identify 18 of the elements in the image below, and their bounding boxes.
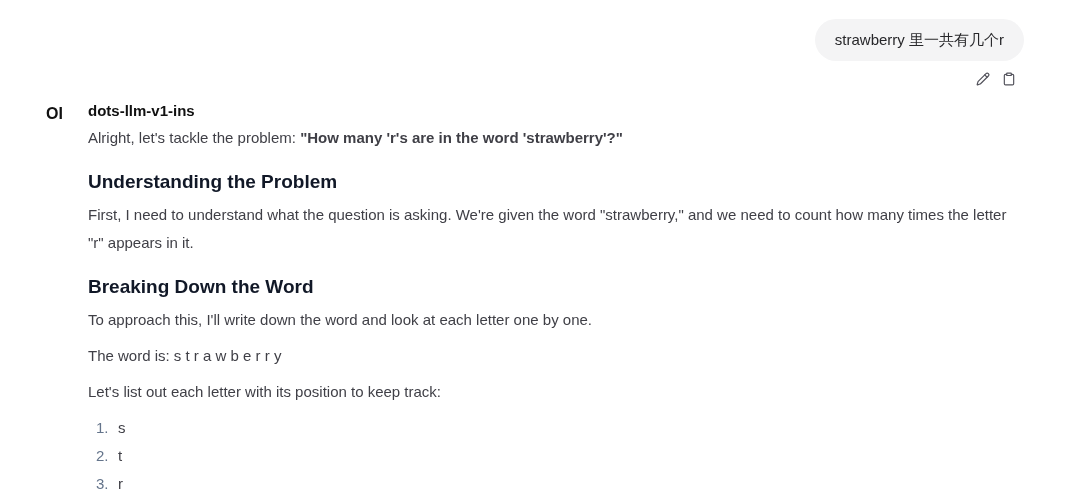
paragraph: The word is: s t r a w b e r r y [88, 346, 283, 366]
model-name: dots-llm-v1-ins [88, 101, 196, 121]
edit-icon[interactable] [976, 72, 990, 86]
user-message-bubble: strawberry 里一共有几个r [814, 19, 1024, 61]
copy-icon[interactable] [1002, 72, 1016, 86]
list-item-text: t [118, 446, 123, 466]
section-heading: Understanding the Problem [88, 170, 339, 194]
list-number: 3. [96, 474, 110, 491]
list-item-text: s [118, 418, 126, 438]
paragraph: Alright, let's tackle the problem: "How many 'r's are in the word 'strawberry'?" [88, 128, 624, 148]
list-number: 1. [96, 418, 110, 438]
section-heading: Breaking Down the Word [88, 275, 315, 299]
assistant-avatar: OI [46, 104, 64, 124]
paragraph: Let's list out each letter with its position to keep track: [88, 382, 443, 402]
paragraph: To approach this, I'll write down the word and look at each letter one by one. [88, 310, 593, 330]
paragraph: First, I need to understand what the question is asking. We're given the word "strawberry," and we need to count how many times the letter "r" appears in it. [88, 205, 1008, 253]
list-number: 2. [96, 446, 110, 466]
list-item-text: r [118, 474, 123, 491]
